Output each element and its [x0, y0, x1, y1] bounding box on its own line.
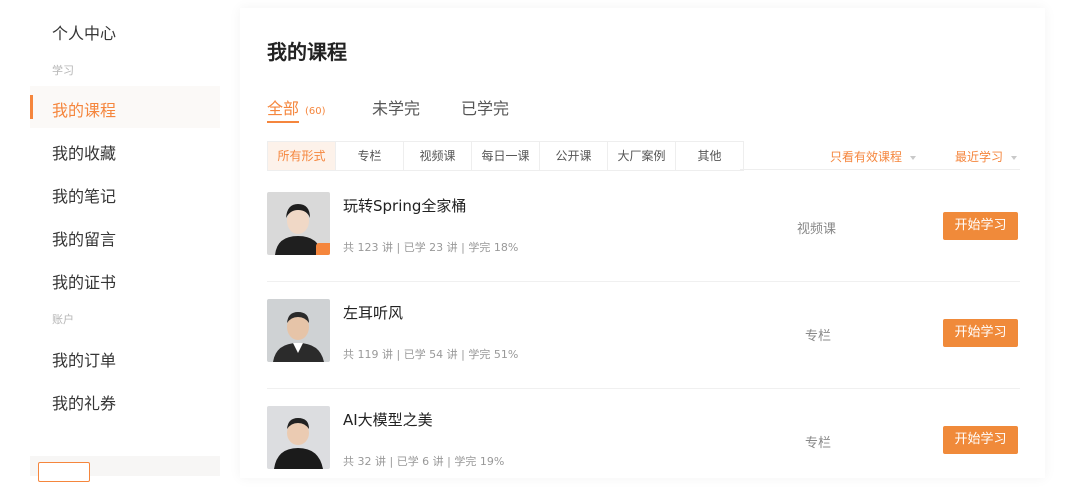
sidebar-group-learning: 学习 [52, 64, 74, 77]
instructor-photo [267, 406, 330, 469]
sidebar-item-profile[interactable]: 个人中心 [52, 20, 116, 44]
sidebar: 个人中心 学习 我的课程 我的收藏 我的笔记 我的留言 我的证书 账户 我的订单… [0, 0, 240, 482]
course-type: 专栏 [805, 436, 832, 451]
course-avatar[interactable] [267, 406, 330, 469]
sidebar-bottom-banner[interactable] [30, 456, 220, 482]
sidebar-item-my-coupons[interactable]: 我的礼券 [52, 390, 116, 414]
filter-column[interactable]: 专栏 [336, 142, 404, 170]
course-avatar[interactable] [267, 192, 330, 255]
sidebar-active-indicator [30, 95, 33, 119]
course-title[interactable]: AI大模型之美 [343, 409, 433, 430]
start-learning-button[interactable]: 开始学习 [943, 319, 1018, 347]
tab-active-underline [267, 121, 299, 123]
filter-other[interactable]: 其他 [676, 142, 744, 170]
row-divider [267, 281, 1020, 282]
sort-label: 最近学习 [955, 150, 1004, 164]
sidebar-item-my-comments[interactable]: 我的留言 [52, 226, 116, 250]
course-row[interactable]: AI大模型之美 共 32 讲 | 已学 6 讲 | 学完 19% 专栏 开始学习 [267, 396, 1020, 496]
course-type: 视频课 [797, 222, 837, 237]
row-divider [267, 388, 1020, 389]
video-badge-icon [316, 243, 330, 255]
tab-all[interactable]: 全部 (60) [267, 95, 326, 119]
page-title: 我的课程 [267, 40, 347, 64]
sidebar-item-my-orders[interactable]: 我的订单 [52, 347, 116, 371]
filter-all-formats[interactable]: 所有形式 [268, 142, 336, 170]
sort-dropdown[interactable]: 最近学习 [955, 148, 1018, 165]
course-title[interactable]: 左耳听风 [343, 302, 403, 323]
caret-down-icon [1011, 155, 1018, 160]
course-avatar[interactable] [267, 299, 330, 362]
valid-courses-label: 只看有效课程 [830, 150, 903, 164]
filter-daily-lesson[interactable]: 每日一课 [472, 142, 540, 170]
course-row[interactable]: 玩转Spring全家桶 共 123 讲 | 已学 23 讲 | 学完 18% 视… [267, 182, 1020, 282]
course-type: 专栏 [805, 329, 832, 344]
sidebar-group-account: 账户 [52, 313, 74, 326]
course-progress: 共 32 讲 | 已学 6 讲 | 学完 19% [343, 455, 505, 468]
filter-enterprise-case[interactable]: 大厂案例 [608, 142, 676, 170]
filter-video-course[interactable]: 视频课 [404, 142, 472, 170]
filter-open-course[interactable]: 公开课 [540, 142, 608, 170]
course-progress: 共 123 讲 | 已学 23 讲 | 学完 18% [343, 241, 519, 254]
filter-divider [740, 169, 1020, 170]
tab-all-count: (60) [305, 106, 326, 117]
course-row[interactable]: 左耳听风 共 119 讲 | 已学 54 讲 | 学完 51% 专栏 开始学习 [267, 289, 1020, 389]
instructor-photo [267, 299, 330, 362]
course-progress: 共 119 讲 | 已学 54 讲 | 学完 51% [343, 348, 519, 361]
format-filter-bar: 所有形式 专栏 视频课 每日一课 公开课 大厂案例 其他 [267, 141, 744, 171]
sidebar-item-my-courses[interactable]: 我的课程 [52, 97, 116, 121]
tab-all-label: 全部 [267, 99, 300, 118]
sidebar-item-my-certificates[interactable]: 我的证书 [52, 269, 116, 293]
tab-finished[interactable]: 已学完 [461, 95, 509, 119]
start-learning-button[interactable]: 开始学习 [943, 426, 1018, 454]
tab-unfinished[interactable]: 未学完 [372, 95, 420, 119]
valid-courses-dropdown[interactable]: 只看有效课程 [830, 148, 917, 165]
course-title[interactable]: 玩转Spring全家桶 [343, 195, 466, 216]
sidebar-item-my-notes[interactable]: 我的笔记 [52, 183, 116, 207]
sidebar-item-my-favorites[interactable]: 我的收藏 [52, 140, 116, 164]
main-panel: 我的课程 全部 (60) 未学完 已学完 所有形式 专栏 视频课 每日一课 公开课… [240, 8, 1045, 478]
start-learning-button[interactable]: 开始学习 [943, 212, 1018, 240]
caret-down-icon [910, 155, 917, 160]
banner-tag [38, 462, 90, 482]
